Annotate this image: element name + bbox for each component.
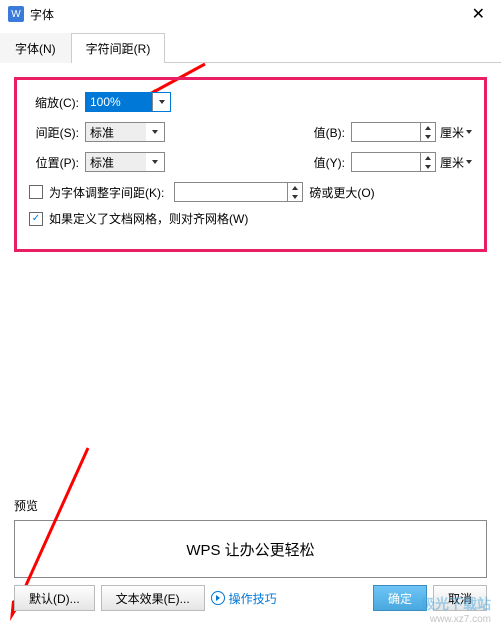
window-title: 字体 — [30, 6, 464, 23]
tips-link[interactable]: 操作技巧 — [211, 590, 277, 607]
dropdown-arrow-icon[interactable] — [146, 123, 164, 141]
kerning-spin[interactable] — [174, 182, 303, 202]
position-value-label: 值(Y): — [314, 154, 345, 171]
snap-label: 如果定义了文档网格，则对齐网格(W) — [49, 210, 248, 227]
preview-label: 预览 — [14, 497, 487, 514]
position-value-input[interactable] — [352, 153, 420, 171]
position-input[interactable] — [86, 153, 146, 171]
tab-spacing[interactable]: 字符间距(R) — [71, 33, 166, 63]
preview-box: WPS 让办公更轻松 — [14, 520, 487, 578]
position-value-spin[interactable] — [351, 152, 436, 172]
dropdown-arrow-icon[interactable] — [146, 153, 164, 171]
spin-down-icon[interactable] — [288, 192, 302, 201]
position-label: 位置(P): — [29, 154, 79, 171]
button-bar: 默认(D)... 文本效果(E)... 操作技巧 确定 取消 — [14, 585, 487, 611]
kerning-label: 为字体调整字间距(K): — [49, 184, 164, 201]
spacing-panel: 缩放(C): 间距(S): 值(B): 厘米 位置(P): — [14, 77, 487, 252]
ok-button[interactable]: 确定 — [373, 585, 427, 611]
position-unit[interactable]: 厘米 — [440, 154, 472, 171]
effects-button[interactable]: 文本效果(E)... — [101, 585, 205, 611]
close-button[interactable]: ✕ — [464, 4, 493, 24]
play-icon — [211, 591, 225, 605]
position-combo[interactable] — [85, 152, 165, 172]
kerning-unit: 磅或更大(O) — [309, 184, 374, 201]
spin-up-icon[interactable] — [421, 153, 435, 162]
spin-down-icon[interactable] — [421, 132, 435, 141]
titlebar: W 字体 ✕ — [0, 0, 501, 28]
preview-text: WPS 让办公更轻松 — [186, 539, 314, 560]
dropdown-arrow-icon[interactable] — [152, 93, 170, 111]
spacing-value-input[interactable] — [352, 123, 420, 141]
spacing-label: 间距(S): — [29, 124, 79, 141]
default-button[interactable]: 默认(D)... — [14, 585, 95, 611]
cancel-button[interactable]: 取消 — [433, 585, 487, 611]
spacing-unit[interactable]: 厘米 — [440, 124, 472, 141]
scale-combo[interactable] — [85, 92, 171, 112]
kerning-input[interactable] — [175, 183, 287, 201]
kerning-checkbox[interactable] — [29, 185, 43, 199]
spacing-value-label: 值(B): — [314, 124, 345, 141]
app-icon: W — [8, 6, 24, 22]
tabs: 字体(N) 字符间距(R) — [0, 32, 501, 63]
spacing-combo[interactable] — [85, 122, 165, 142]
spin-up-icon[interactable] — [421, 123, 435, 132]
tips-label: 操作技巧 — [229, 590, 277, 607]
scale-input[interactable] — [86, 93, 152, 111]
spacing-value-spin[interactable] — [351, 122, 436, 142]
spin-up-icon[interactable] — [288, 183, 302, 192]
tab-font[interactable]: 字体(N) — [0, 33, 71, 63]
snap-checkbox[interactable]: ✓ — [29, 212, 43, 226]
spacing-input[interactable] — [86, 123, 146, 141]
spin-down-icon[interactable] — [421, 162, 435, 171]
scale-label: 缩放(C): — [29, 94, 79, 111]
